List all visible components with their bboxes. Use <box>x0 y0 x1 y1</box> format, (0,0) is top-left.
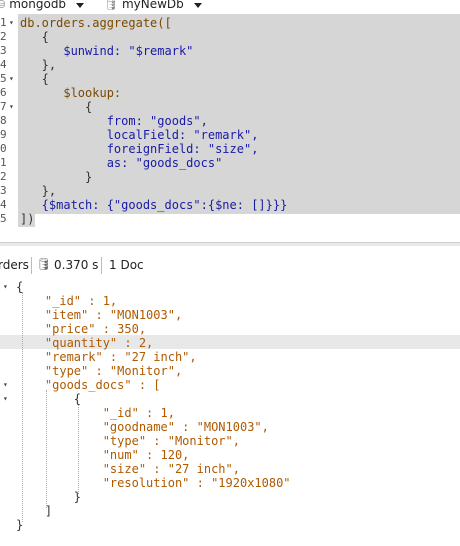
code-line: { <box>20 100 93 114</box>
line-number: 6 <box>0 86 7 99</box>
collection-name: rders <box>0 258 29 272</box>
code-line: }, <box>20 184 57 198</box>
line-number: 1 <box>0 16 7 29</box>
result-line: "quantity" : 2, <box>16 336 154 350</box>
code-line: foreignField: "size", <box>20 142 259 156</box>
chevron-down-icon <box>76 2 85 8</box>
line-number: 9 <box>0 128 7 141</box>
result-line: "_id" : 1, <box>16 294 118 308</box>
line-number: 0 <box>0 142 7 155</box>
code-line: localField: "remark", <box>20 128 259 142</box>
line-number: 4 <box>0 58 7 71</box>
result-line: "resolution" : "1920x1080" <box>16 476 291 490</box>
connection-selector[interactable]: ⛁ mongodb <box>0 0 85 11</box>
top-toolbar: ⛁ mongodb 🛢 myNewDb <box>0 0 460 14</box>
line-number: 2 <box>0 30 7 43</box>
code-line: {$match: {"goods_docs":{$ne: []}}} <box>20 198 288 212</box>
line-number: 4 <box>0 198 7 211</box>
line-number: 7 <box>0 100 7 113</box>
doc-count: 1 Doc <box>109 258 144 272</box>
database-icon: 🛢 <box>36 257 52 271</box>
fold-icon[interactable]: ▾ <box>3 282 8 291</box>
code-line: from: "goods", <box>20 114 208 128</box>
result-line: "item" : "MON1003", <box>16 308 183 322</box>
result-line: } <box>16 490 82 504</box>
line-number: 3 <box>0 184 7 197</box>
query-editor[interactable]: 1 2 3 4 5 6 7 8 9 0 1 2 3 4 5 ▾ ▾ ▾ db.o… <box>0 14 460 242</box>
result-line: "type" : "Monitor", <box>16 364 183 378</box>
result-line: { <box>16 280 24 294</box>
line-number: 1 <box>0 156 7 169</box>
database-label: myNewDb <box>121 0 184 11</box>
connection-label: mongodb <box>9 0 67 11</box>
chevron-down-icon <box>193 2 202 8</box>
line-number-gutter: 1 2 3 4 5 6 7 8 9 0 1 2 3 4 5 ▾ ▾ ▾ <box>0 14 16 242</box>
line-number: 2 <box>0 170 7 183</box>
result-line: "price" : 350, <box>16 322 147 336</box>
code-line: $lookup: <box>20 86 122 100</box>
result-line: "goods_docs" : [ <box>16 378 161 392</box>
fold-icon[interactable]: ▾ <box>9 18 14 27</box>
code-line: }, <box>20 58 57 72</box>
line-number: 5 <box>0 212 7 225</box>
fold-icon[interactable]: ▾ <box>9 74 14 83</box>
result-line: "type" : "Monitor", <box>16 434 240 448</box>
fold-icon[interactable]: ▾ <box>3 380 8 389</box>
result-line: "remark" : "27 inch", <box>16 350 197 364</box>
code-line: db.orders.aggregate([ <box>20 16 172 30</box>
database-icon: 🛢 <box>104 0 118 11</box>
query-time: 0.370 s <box>54 258 99 272</box>
divider <box>101 257 102 274</box>
result-view[interactable]: ▾ ▾ ▾ { "_id" : 1, "item" : "MON1003", "… <box>0 278 460 546</box>
result-line: ] <box>16 504 53 518</box>
result-line: "goodname" : "MON1003", <box>16 420 269 434</box>
code-line: $unwind: "$remark" <box>20 44 194 58</box>
code-line: as: "goods_docs" <box>20 156 223 170</box>
fold-icon[interactable]: ▾ <box>3 394 8 403</box>
result-line: "_id" : 1, <box>16 406 175 420</box>
code-line: { <box>20 72 49 86</box>
result-line: } <box>16 518 24 532</box>
connection-icon: ⛁ <box>0 0 6 11</box>
line-number: 3 <box>0 44 7 57</box>
result-line: "num" : 120, <box>16 448 190 462</box>
line-number: 5 <box>0 72 7 85</box>
result-line: "size" : "27 inch", <box>16 462 240 476</box>
code-line: ]) <box>20 212 35 226</box>
line-number: 8 <box>0 114 7 127</box>
code-line: } <box>20 170 93 184</box>
result-line: { <box>16 392 82 406</box>
fold-icon[interactable]: ▾ <box>9 102 14 111</box>
code-line: { <box>20 30 49 44</box>
result-status-bar: rders 🛢 0.370 s 1 Doc <box>0 255 460 277</box>
divider <box>31 257 32 274</box>
database-selector[interactable]: 🛢 myNewDb <box>104 0 202 11</box>
panel-splitter[interactable] <box>0 242 460 246</box>
